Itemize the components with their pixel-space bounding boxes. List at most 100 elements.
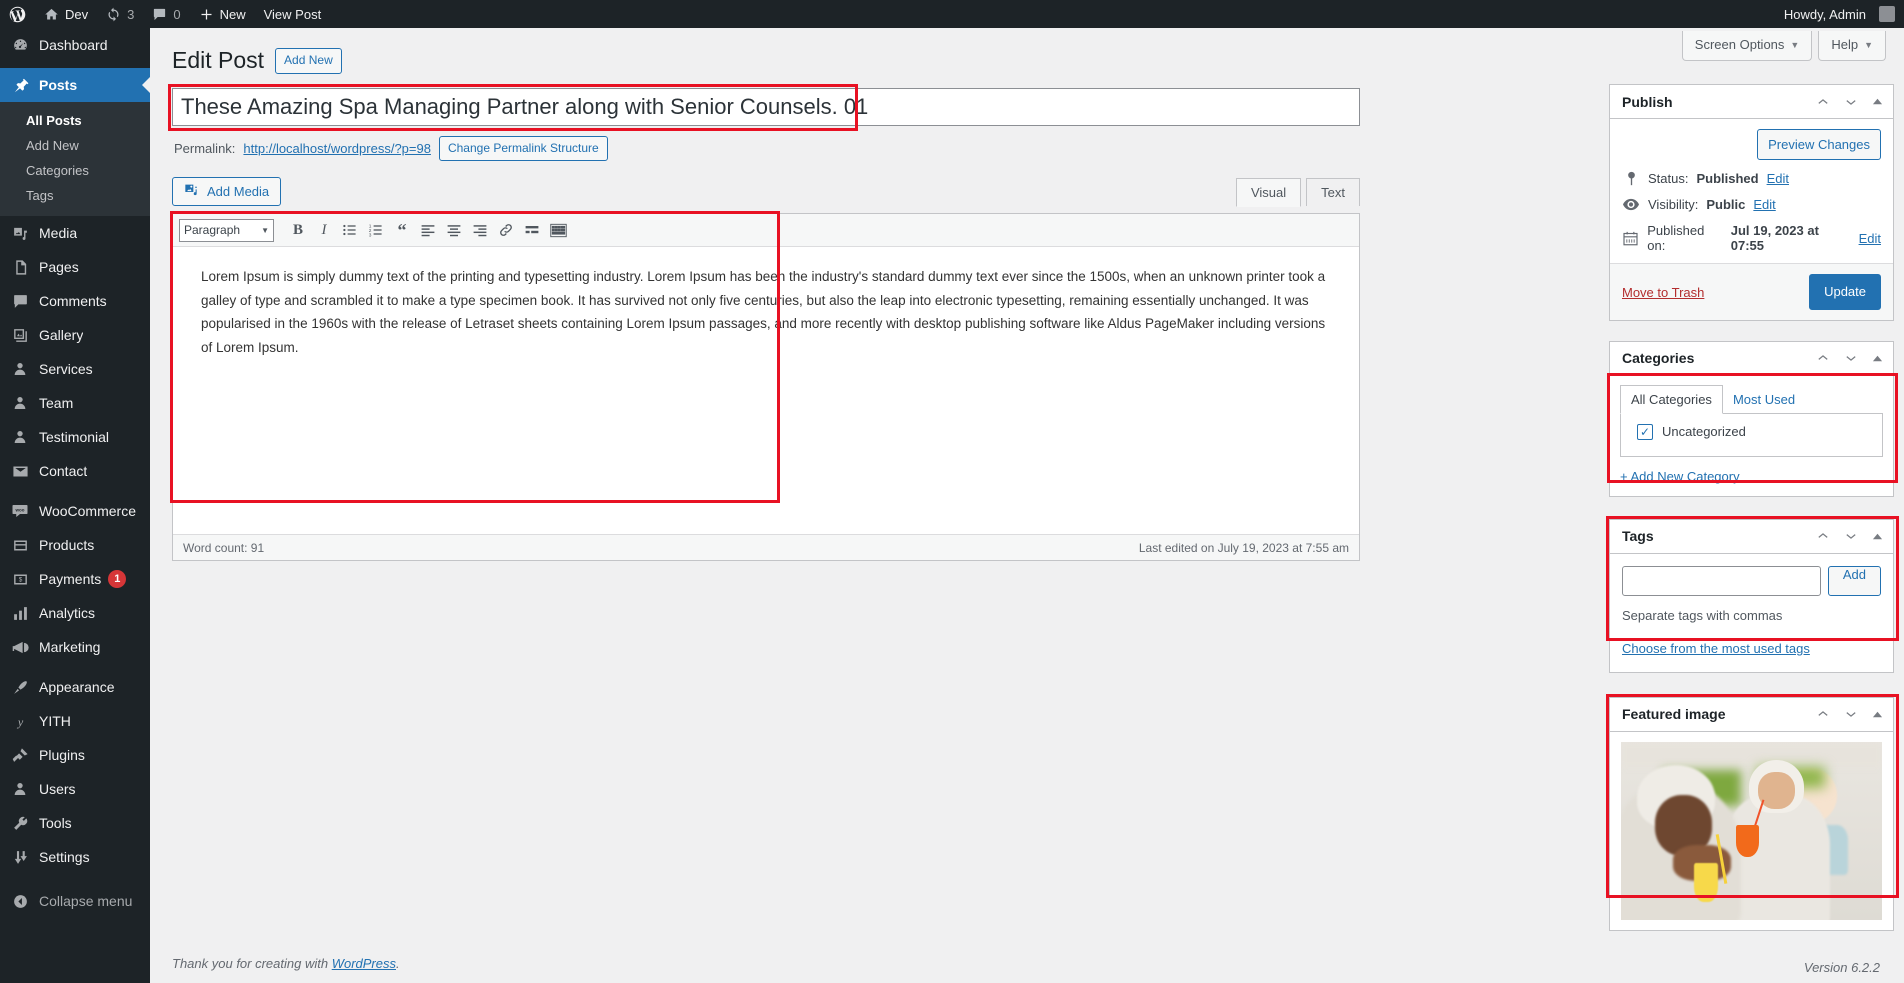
chevron-up-icon[interactable] — [1816, 529, 1830, 543]
align-center-icon[interactable] — [442, 218, 466, 242]
add-media-button[interactable]: Add Media — [172, 177, 282, 207]
tab-most-used[interactable]: Most Used — [1723, 386, 1805, 413]
site-name-button[interactable]: Dev — [35, 0, 97, 28]
published-on-row: Published on: Jul 19, 2023 at 07:55 Edit — [1622, 223, 1881, 253]
blockquote-icon[interactable]: “ — [390, 218, 414, 242]
submenu-item-all-posts[interactable]: All Posts — [0, 108, 150, 133]
wordpress-logo-button[interactable] — [0, 0, 35, 28]
sidebar-item-plugins[interactable]: Plugins — [0, 738, 150, 772]
numbered-list-icon[interactable]: 123 — [364, 218, 388, 242]
chevron-up-icon[interactable] — [1816, 351, 1830, 365]
add-new-post-button[interactable]: Add New — [275, 48, 342, 74]
word-count-label: Word count: 91 — [183, 540, 265, 555]
sidebar-item-media[interactable]: Media — [0, 216, 150, 250]
sidebar-item-woocommerce[interactable]: woo WooCommerce — [0, 494, 150, 528]
help-toggle[interactable]: Help ▼ — [1818, 31, 1886, 62]
sidebar-item-settings[interactable]: Settings — [0, 840, 150, 874]
tab-all-categories[interactable]: All Categories — [1620, 384, 1723, 414]
chevron-down-icon[interactable] — [1844, 529, 1858, 543]
sidebar-item-analytics[interactable]: Analytics — [0, 596, 150, 630]
align-right-icon[interactable] — [468, 218, 492, 242]
post-content-editor[interactable]: Lorem Ipsum is simply dummy text of the … — [173, 247, 1359, 534]
visibility-edit-link[interactable]: Edit — [1753, 197, 1775, 212]
site-name-label: Dev — [65, 6, 89, 22]
plug-icon — [10, 745, 30, 765]
sidebar-item-team[interactable]: Team — [0, 386, 150, 420]
submenu-item-tags[interactable]: Tags — [0, 183, 150, 208]
align-left-icon[interactable] — [416, 218, 440, 242]
sidebar-item-pages[interactable]: Pages — [0, 250, 150, 284]
sidebar-item-yith[interactable]: y YITH — [0, 704, 150, 738]
tag-help-text: Separate tags with commas — [1622, 607, 1783, 623]
panel-toggle-icon[interactable] — [1872, 709, 1883, 720]
insert-link-icon[interactable] — [494, 218, 518, 242]
sidebar-item-marketing[interactable]: Marketing — [0, 630, 150, 664]
tab-text[interactable]: Text — [1306, 178, 1360, 207]
tag-input-row: Add — [1622, 565, 1881, 596]
preview-changes-button[interactable]: Preview Changes — [1757, 129, 1881, 161]
panel-toggle-icon[interactable] — [1872, 96, 1883, 107]
tab-visual[interactable]: Visual — [1235, 178, 1302, 208]
sidebar-item-services[interactable]: Services — [0, 352, 150, 386]
read-more-icon[interactable] — [520, 218, 544, 242]
update-button[interactable]: Update — [1809, 274, 1881, 310]
sidebar-item-label: Appearance — [39, 679, 115, 695]
sidebar-item-appearance[interactable]: Appearance — [0, 670, 150, 704]
tags-panel-title: Tags — [1622, 528, 1654, 545]
wordpress-link[interactable]: WordPress — [332, 956, 396, 971]
sidebar-item-users[interactable]: Users — [0, 772, 150, 806]
sidebar-item-testimonial[interactable]: Testimonial — [0, 420, 150, 454]
sidebar-item-tools[interactable]: Tools — [0, 806, 150, 840]
paragraph-format-select[interactable]: Paragraph ▼ — [179, 218, 274, 242]
move-to-trash-link[interactable]: Move to Trash — [1622, 285, 1704, 300]
italic-icon[interactable]: I — [312, 218, 336, 242]
panel-toggle-icon[interactable] — [1872, 353, 1883, 364]
updates-button[interactable]: 3 — [97, 0, 143, 28]
sidebar-item-comments[interactable]: Comments — [0, 284, 150, 318]
bold-icon[interactable]: B — [286, 218, 310, 242]
sidebar-item-products[interactable]: Products — [0, 528, 150, 562]
featured-image-thumbnail[interactable] — [1621, 741, 1882, 920]
status-edit-link[interactable]: Edit — [1767, 171, 1789, 186]
sidebar-item-label: Pages — [39, 259, 79, 275]
howdy-menu[interactable]: Howdy, Admin — [1775, 0, 1904, 28]
sidebar-item-dashboard[interactable]: Dashboard — [0, 28, 150, 62]
submenu-item-add-new[interactable]: Add New — [0, 133, 150, 158]
categories-panel-header: Categories — [1610, 342, 1893, 376]
published-on-edit-link[interactable]: Edit — [1859, 231, 1881, 246]
chevron-down-icon[interactable] — [1844, 707, 1858, 721]
sidebar-item-posts[interactable]: Posts — [0, 68, 150, 102]
change-permalink-structure-button[interactable]: Change Permalink Structure — [438, 135, 608, 162]
comments-button[interactable]: 0 — [143, 0, 189, 28]
sidebar-item-payments[interactable]: $ Payments 1 — [0, 562, 150, 596]
add-tag-button[interactable]: Add — [1827, 565, 1881, 596]
permalink-link[interactable]: http://localhost/wordpress/?p=98 — [243, 141, 431, 156]
add-new-category-link[interactable]: + Add New Category — [1620, 469, 1883, 484]
view-post-button[interactable]: View Post — [255, 0, 331, 28]
chevron-down-icon[interactable] — [1844, 95, 1858, 109]
screen-options-toggle[interactable]: Screen Options ▼ — [1681, 31, 1813, 62]
chevron-down-icon[interactable] — [1844, 351, 1858, 365]
new-content-button[interactable]: New — [190, 0, 255, 28]
toolbar-toggle-icon[interactable] — [546, 218, 570, 242]
new-content-label: New — [219, 6, 246, 22]
chevron-up-icon[interactable] — [1816, 95, 1830, 109]
most-used-tags-link[interactable]: Choose from the most used tags — [1622, 641, 1881, 656]
chevron-up-icon[interactable] — [1816, 707, 1830, 721]
panel-toggle-icon[interactable] — [1872, 531, 1883, 542]
publish-actions: Move to Trash Update — [1610, 263, 1893, 320]
checkbox-checked-icon[interactable]: ✓ — [1637, 423, 1653, 440]
sidebar-item-label: Analytics — [39, 605, 96, 621]
new-tag-input[interactable] — [1622, 565, 1821, 596]
categories-panel-body: All Categories Most Used ✓ Uncategorized… — [1610, 376, 1893, 496]
bulleted-list-icon[interactable] — [338, 218, 362, 242]
sidebar-item-contact[interactable]: Contact — [0, 454, 150, 488]
add-media-label: Add Media — [207, 184, 270, 200]
category-item-uncategorized[interactable]: ✓ Uncategorized — [1633, 423, 1870, 440]
submenu-item-categories[interactable]: Categories — [0, 158, 150, 183]
post-title-input[interactable] — [172, 87, 1360, 126]
posts-submenu: All Posts Add New Categories Tags — [0, 102, 150, 216]
sidebar-item-label: Services — [39, 361, 93, 377]
sidebar-item-gallery[interactable]: Gallery — [0, 318, 150, 352]
collapse-menu-button[interactable]: Collapse menu — [0, 884, 150, 918]
